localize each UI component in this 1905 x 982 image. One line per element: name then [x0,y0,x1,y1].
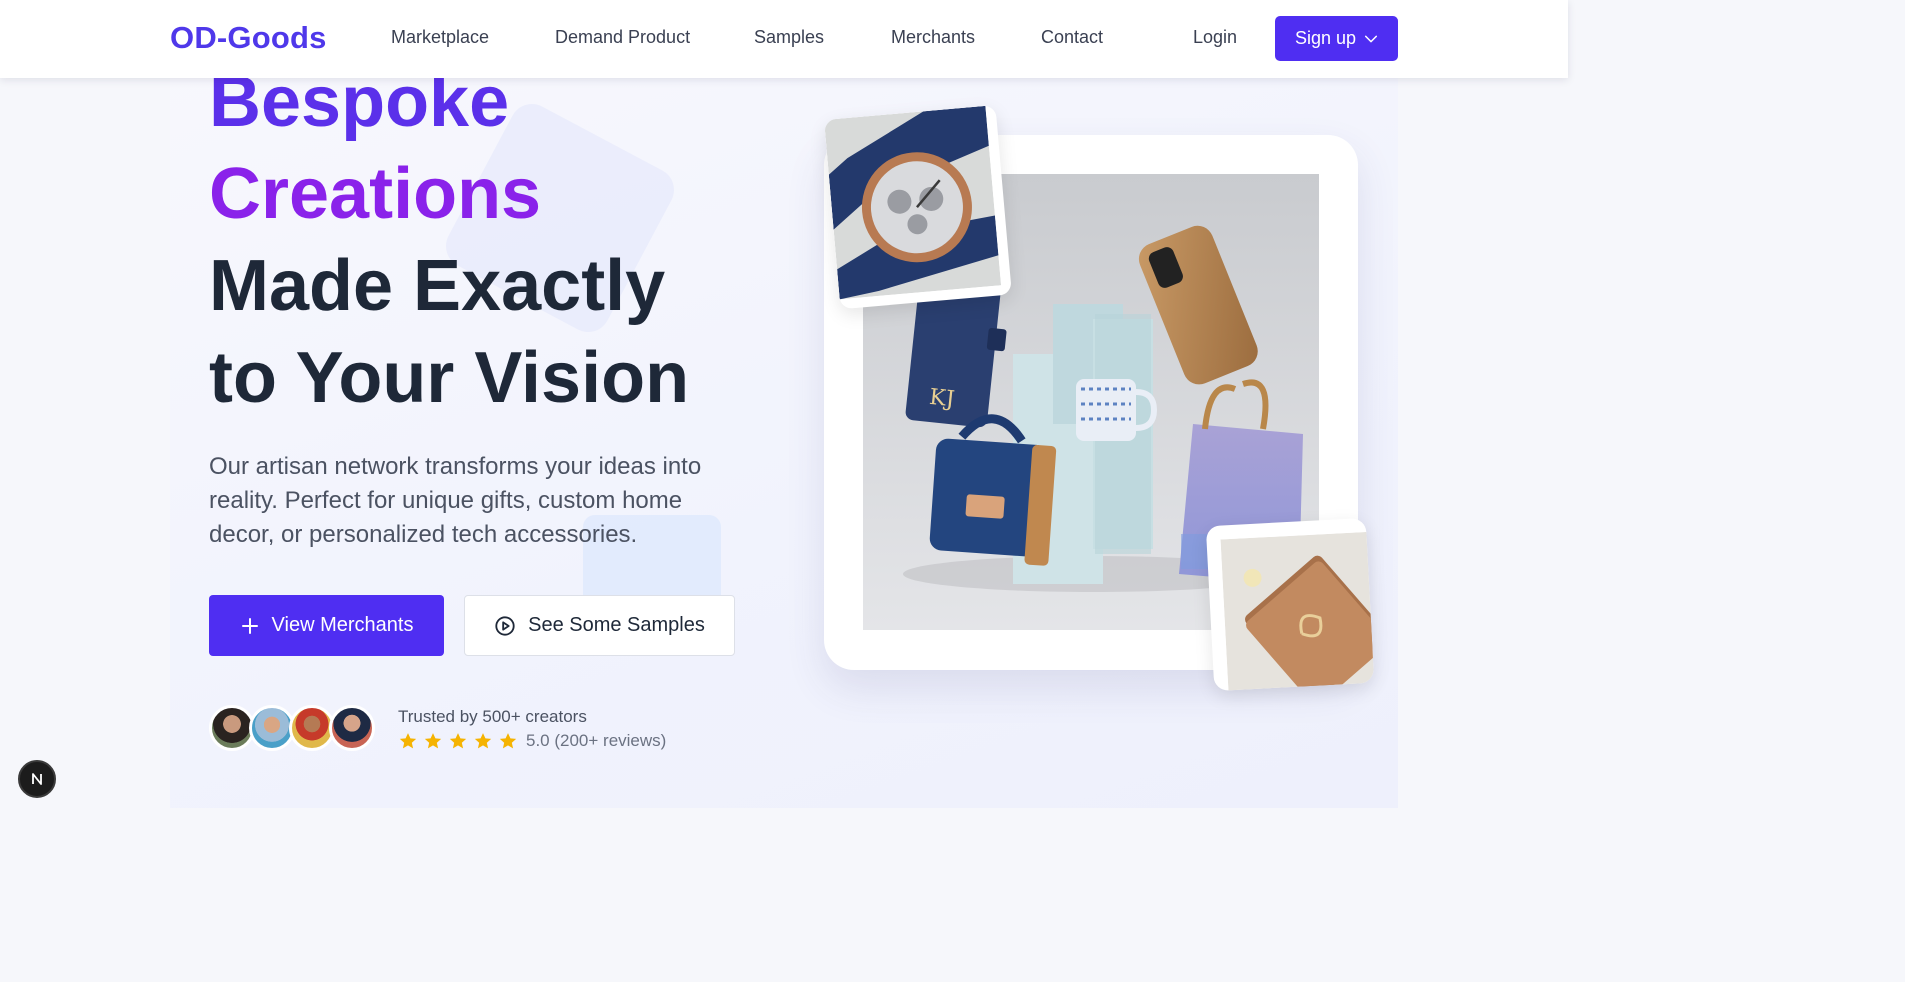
trust-text: Trusted by 500+ creators [398,707,587,726]
notebook-image [1220,531,1375,692]
nav-samples[interactable]: Samples [754,27,824,48]
rating-stars: 5.0 (200+ reviews) [398,731,666,751]
signup-label: Sign up [1294,28,1357,48]
play-circle-icon [495,615,515,636]
nav-marketplace[interactable]: Marketplace [391,27,489,48]
avatar [329,705,375,751]
star-icon [449,733,467,749]
signup-button[interactable]: Sign up [1275,16,1398,61]
notebook-inset-image [1205,517,1375,692]
see-samples-label: See Some Samples [528,614,705,636]
headline-line-2: Creations [209,154,542,234]
star-icon [424,733,442,749]
headline-line-3: Made Exactly [209,246,666,326]
nav-demand-product[interactable]: Demand Product [555,27,690,48]
hero-headline: Bespoke Creations Made Exactly to Your V… [209,56,689,424]
next-logo-icon[interactable] [18,760,56,798]
watch-inset-image [824,105,1012,310]
hero-subtext: Our artisan network transforms your idea… [209,453,702,548]
headline-line-4: to Your Vision [209,338,690,418]
star-icon [474,733,492,749]
chevron-down-icon [1364,35,1378,42]
see-samples-button[interactable]: See Some Samples [464,595,735,656]
rating-text: 5.0 (200+ reviews) [526,731,667,750]
view-merchants-button[interactable]: View Merchants [209,595,444,656]
plus-icon [241,617,258,634]
watch-image [824,105,1002,300]
brand-logo[interactable]: OD-Goods [170,20,327,56]
login-link[interactable]: Login [1193,27,1237,48]
view-merchants-label: View Merchants [271,614,414,636]
star-icon [499,733,517,749]
nav-merchants[interactable]: Merchants [891,27,975,48]
star-icon [399,733,417,749]
nav-contact[interactable]: Contact [1041,27,1103,48]
svg-text:KJ: KJ [928,385,956,413]
next-n-icon [32,773,42,785]
site-header: OD-Goods Marketplace Demand Product Samp… [0,0,1568,78]
